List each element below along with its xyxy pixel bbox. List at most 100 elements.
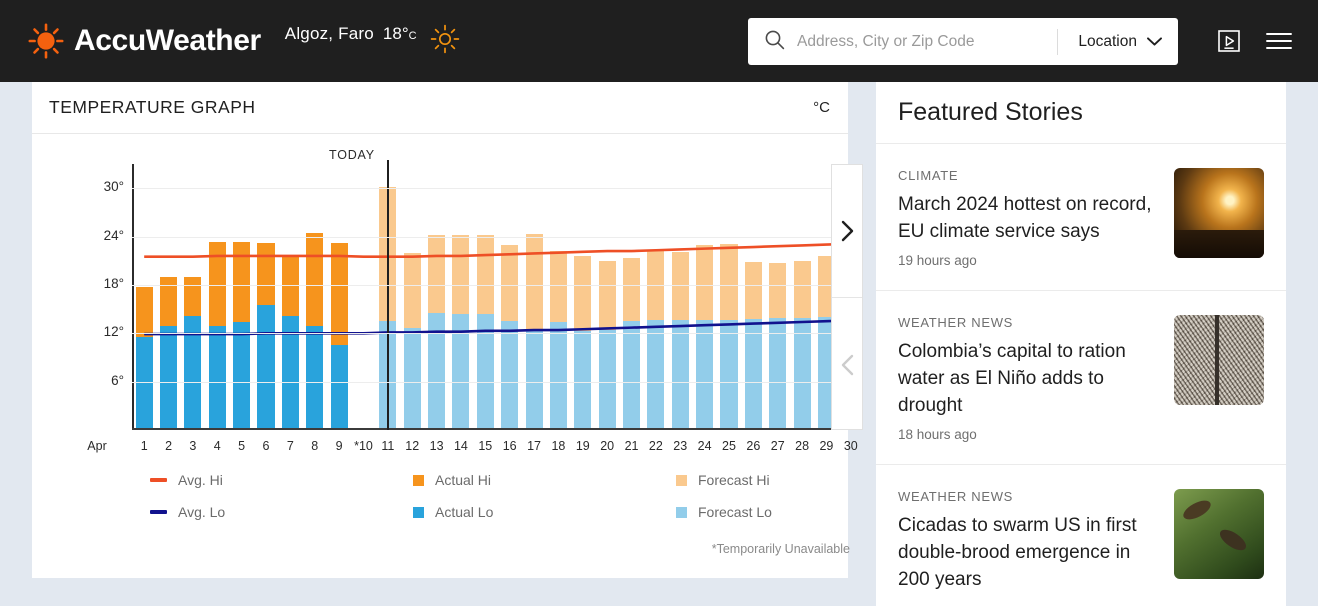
search-icon[interactable] bbox=[764, 29, 785, 55]
y-axis-tick-label: 18° bbox=[103, 275, 124, 291]
x-axis-tick-label: 26 bbox=[746, 439, 761, 453]
legend-swatch-forecast-hi bbox=[676, 474, 687, 486]
header-icon-group bbox=[1218, 0, 1292, 82]
list-item[interactable]: WEATHER NEWS Cicadas to swarm US in firs… bbox=[876, 465, 1286, 606]
story-text: CLIMATE March 2024 hottest on record, EU… bbox=[898, 168, 1158, 268]
search-input[interactable] bbox=[785, 18, 1058, 65]
x-axis-tick-label: 22 bbox=[648, 439, 663, 453]
line-avg-lo bbox=[144, 319, 851, 336]
average-line-series bbox=[144, 242, 851, 336]
legend-swatch-avg-hi bbox=[150, 478, 167, 482]
x-axis-tick-label: 28 bbox=[795, 439, 810, 453]
x-axis-tick-label: 16 bbox=[502, 439, 517, 453]
story-timestamp: 19 hours ago bbox=[898, 253, 977, 268]
x-axis-tick-label: 7 bbox=[286, 439, 294, 453]
graph-unit-toggle[interactable]: °C bbox=[813, 99, 830, 116]
legend-swatch-actual-hi bbox=[413, 474, 424, 486]
story-thumbnail bbox=[1174, 489, 1264, 579]
site-header: AccuWeather Algoz, Faro 18°C Address, Ci… bbox=[0, 0, 1318, 82]
gridline bbox=[132, 333, 863, 335]
current-location-name: Algoz, Faro bbox=[284, 23, 374, 43]
page-body: TEMPERATURE GRAPH °C TODAY 6° 12° 18° 24° 30… bbox=[0, 82, 1318, 606]
legend-label-actual-lo: Actual Lo bbox=[435, 504, 494, 520]
x-axis-tick-label: 11 bbox=[381, 439, 395, 453]
x-axis-tick-label: 9 bbox=[335, 439, 343, 453]
graph-header: TEMPERATURE GRAPH °C bbox=[32, 82, 848, 134]
featured-stories-card: Featured Stories CLIMATE March 2024 hott… bbox=[876, 82, 1286, 606]
x-axis-tick-label: 4 bbox=[213, 439, 221, 453]
x-axis-tick-label: 3 bbox=[189, 439, 197, 453]
legend-label-forecast-hi: Forecast Hi bbox=[698, 472, 770, 488]
story-title: March 2024 hottest on record, EU climate… bbox=[898, 194, 1152, 242]
current-location-summary[interactable]: Algoz, Faro 18°C bbox=[285, 24, 460, 59]
chart-prev-button[interactable] bbox=[832, 298, 862, 431]
brand-logo-link[interactable]: AccuWeather bbox=[28, 23, 261, 59]
current-temperature-value: 18° bbox=[382, 23, 409, 43]
x-axis-tick-label: 24 bbox=[697, 439, 712, 453]
location-type-select[interactable]: Location bbox=[1058, 18, 1178, 65]
list-item[interactable]: WEATHER NEWS Colombia’s capital to ratio… bbox=[876, 291, 1286, 465]
chart-zone: TODAY 6° 12° 18° 24° 30° Apr 1 2 3 4 5 6 7 8 9 *10 11 12… bbox=[32, 134, 863, 577]
story-title: Colombia’s capital to ration water as El… bbox=[898, 341, 1126, 416]
chart-plot-area: 6° 12° 18° 24° 30° bbox=[80, 160, 863, 430]
legend-row-hi: Avg. Hi Actual Hi Forecast Hi bbox=[150, 472, 850, 488]
chart-legend: Avg. Hi Actual Hi Forecast Hi Avg. Lo Ac… bbox=[150, 472, 850, 556]
x-axis-tick-label: 30 bbox=[843, 439, 858, 453]
story-thumbnail bbox=[1174, 315, 1264, 405]
chart-baseline bbox=[132, 428, 863, 430]
legend-label-forecast-lo: Forecast Lo bbox=[698, 504, 772, 520]
legend-row-lo: Avg. Lo Actual Lo Forecast Lo bbox=[150, 504, 850, 520]
current-temperature-unit: C bbox=[408, 29, 417, 42]
line-avg-hi bbox=[144, 242, 851, 258]
sun-icon bbox=[28, 23, 64, 59]
y-axis-tick-label: 12° bbox=[103, 324, 124, 340]
x-axis-month-label: Apr bbox=[87, 439, 107, 453]
gridline bbox=[132, 236, 863, 238]
legend-swatch-actual-lo bbox=[413, 506, 424, 518]
y-axis-tick-label: 30° bbox=[103, 179, 124, 195]
story-thumbnail bbox=[1174, 168, 1264, 258]
x-axis-tick-label: 25 bbox=[722, 439, 736, 453]
x-axis-tick-label: 23 bbox=[673, 439, 688, 453]
legend-label-avg-hi: Avg. Hi bbox=[178, 472, 223, 488]
x-axis-tick-label: 15 bbox=[478, 439, 493, 453]
story-category: WEATHER NEWS bbox=[898, 315, 1014, 330]
page-title: TEMPERATURE GRAPH bbox=[49, 97, 256, 117]
x-axis-labels: Apr 1 2 3 4 5 6 7 8 9 *10 11 12 13 14 15 16 17 18 19 20 21 22 2… bbox=[80, 439, 863, 459]
hamburger-menu-icon[interactable] bbox=[1266, 32, 1292, 50]
featured-stories-heading: Featured Stories bbox=[876, 82, 1286, 144]
chevron-left-icon bbox=[841, 354, 853, 375]
story-text: WEATHER NEWS Colombia’s capital to ratio… bbox=[898, 315, 1158, 442]
current-weather-sun-icon bbox=[430, 24, 460, 59]
x-axis-tick-label: 12 bbox=[405, 439, 420, 453]
content-row: TEMPERATURE GRAPH °C TODAY 6° 12° 18° 24° 30… bbox=[0, 82, 1318, 606]
legend-label-actual-hi: Actual Hi bbox=[435, 472, 492, 488]
chart-next-button[interactable] bbox=[832, 165, 862, 298]
x-axis-tick-label: 18 bbox=[551, 439, 566, 453]
x-axis-tick-label: 6 bbox=[262, 439, 270, 453]
x-axis-tick-label: 29 bbox=[819, 439, 834, 453]
legend-item-actual-lo: Actual Lo bbox=[413, 504, 676, 520]
gridline bbox=[132, 381, 863, 383]
x-axis-tick-label: 13 bbox=[429, 439, 444, 453]
gridline bbox=[132, 284, 863, 286]
chevron-down-icon bbox=[1147, 33, 1162, 51]
location-type-label: Location bbox=[1078, 32, 1137, 50]
x-axis-tick-label: 5 bbox=[238, 439, 246, 453]
chart-navigation bbox=[831, 164, 863, 430]
video-play-icon[interactable] bbox=[1218, 30, 1240, 52]
chart-footnote: *Temporarily Unavailable bbox=[711, 542, 850, 556]
x-axis-tick-label: 21 bbox=[624, 439, 639, 453]
x-axis-tick-label: 17 bbox=[527, 439, 541, 453]
legend-item-actual-hi: Actual Hi bbox=[413, 472, 676, 488]
temperature-graph-card: TEMPERATURE GRAPH °C TODAY 6° 12° 18° 24° 30… bbox=[32, 82, 863, 578]
legend-label-avg-lo: Avg. Lo bbox=[178, 504, 226, 520]
y-axis-tick-label: 6° bbox=[111, 372, 124, 388]
x-axis-tick-label: 19 bbox=[575, 439, 590, 453]
x-axis-tick-label: 1 bbox=[140, 439, 148, 453]
legend-item-avg-lo: Avg. Lo bbox=[150, 504, 413, 520]
y-axis-tick-label: 24° bbox=[103, 227, 124, 243]
list-item[interactable]: CLIMATE March 2024 hottest on record, EU… bbox=[876, 144, 1286, 291]
chart-plot-inner bbox=[132, 160, 863, 430]
x-axis-tick-label: 2 bbox=[165, 439, 173, 453]
